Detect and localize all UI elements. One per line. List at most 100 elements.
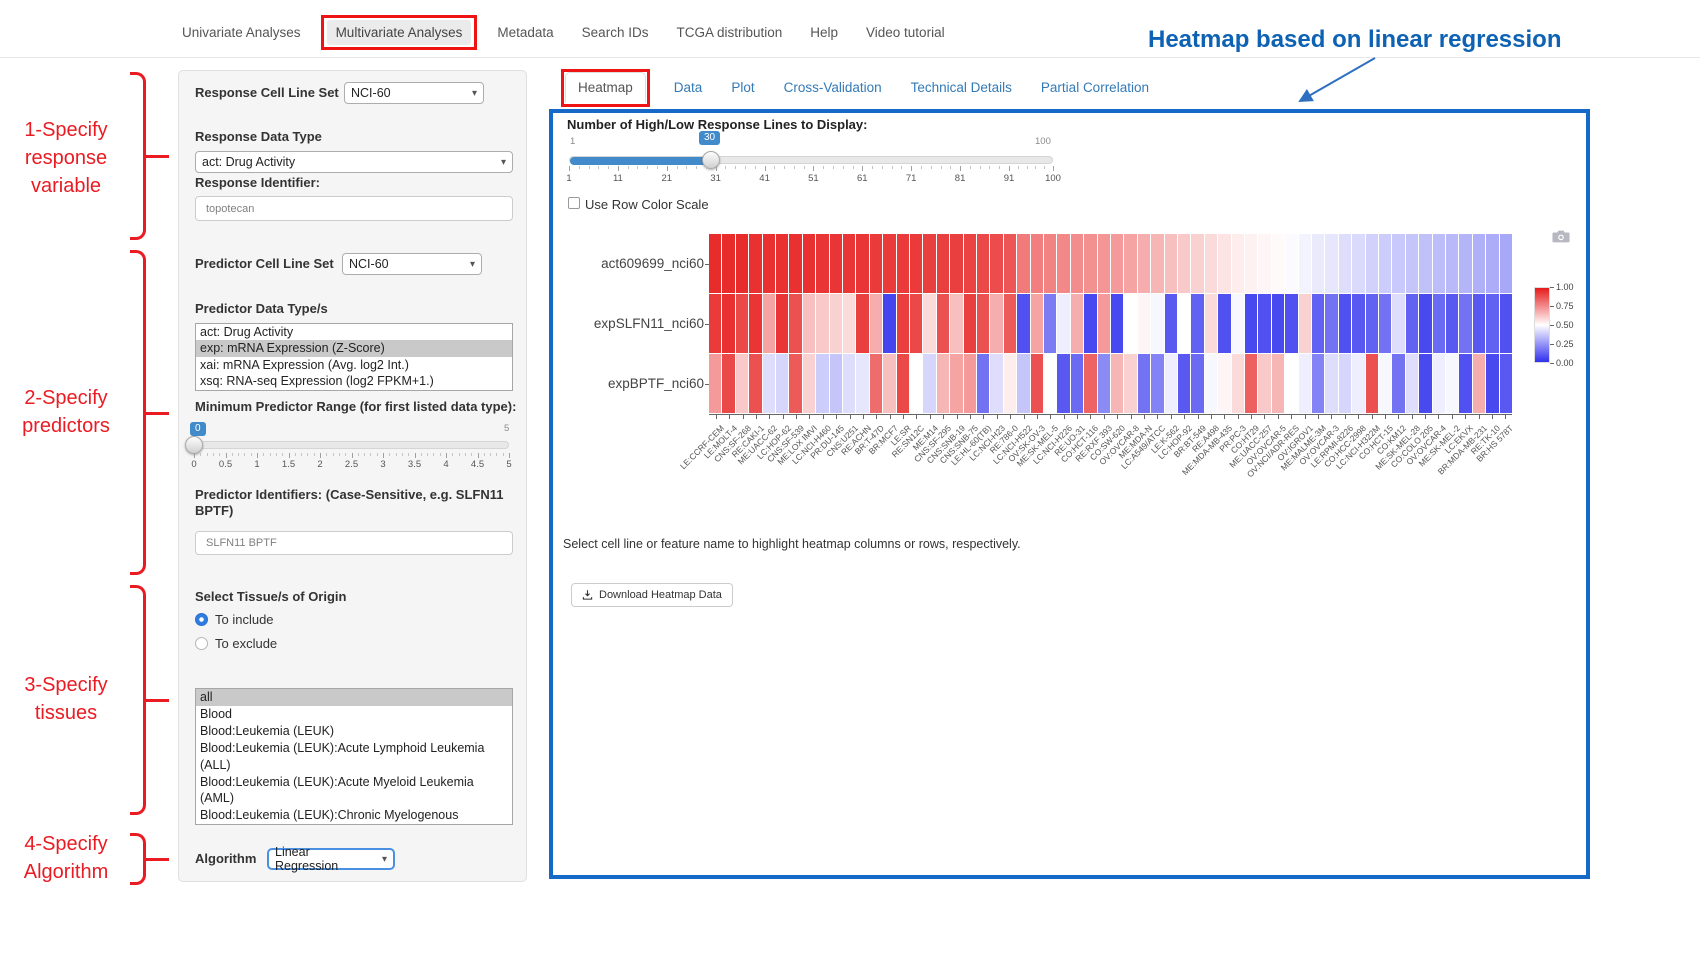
slider-handle[interactable] bbox=[185, 436, 203, 454]
heatmap-cell bbox=[883, 234, 895, 293]
nav-item-video-tutorial[interactable]: Video tutorial bbox=[864, 20, 947, 45]
heatmap-cell bbox=[803, 354, 815, 413]
heatmap-cell bbox=[1325, 234, 1337, 293]
heatmap-grid[interactable] bbox=[709, 234, 1512, 413]
nav-item-tcga-distribution[interactable]: TCGA distribution bbox=[674, 20, 784, 45]
slider-minor-tick bbox=[804, 166, 805, 169]
heatmap-x-tick bbox=[1331, 415, 1332, 419]
heatmap-cell bbox=[1352, 354, 1364, 413]
slider-minor-tick bbox=[794, 166, 795, 169]
predictor-type-option-xai-mrna-expression-avg-log2-int[interactable]: xai: mRNA Expression (Avg. log2 Int.) bbox=[196, 357, 512, 373]
heatmap-x-tick bbox=[729, 415, 730, 419]
heatmap-cell bbox=[1339, 234, 1351, 293]
download-heatmap-button[interactable]: Download Heatmap Data bbox=[571, 583, 733, 607]
predictor-cell-line-set-value: NCI-60 bbox=[349, 257, 389, 271]
slider-tick-label: 71 bbox=[906, 173, 917, 184]
nav-item-multivariate-analyses[interactable]: Multivariate Analyses bbox=[327, 20, 472, 45]
predictor-type-option-exp-mrna-expression-z-score[interactable]: exp: mRNA Expression (Z-Score) bbox=[196, 340, 512, 356]
response-data-type-select[interactable]: act: Drug Activity▾ bbox=[195, 151, 513, 173]
tissue-option-blood-leukemia-leuk-chronic-myelogenous-[interactable]: Blood:Leukemia (LEUK):Chronic Myelogenou… bbox=[196, 807, 512, 825]
heatmap-x-tick bbox=[756, 415, 757, 419]
heatmap-cell bbox=[709, 234, 721, 293]
heatmap-x-tick bbox=[823, 415, 824, 419]
heatmap-cell bbox=[1111, 354, 1123, 413]
slider-tick-label: 31 bbox=[710, 173, 721, 184]
heatmap-cell bbox=[923, 234, 935, 293]
tab-heatmap[interactable]: Heatmap bbox=[565, 72, 646, 103]
tissue-option-all[interactable]: all bbox=[196, 689, 512, 706]
heatmap-x-tick bbox=[916, 415, 917, 419]
annotation-brace-3-point bbox=[146, 699, 169, 702]
tissue-exclude-radio[interactable]: To exclude bbox=[195, 636, 277, 651]
heatmap-x-tick bbox=[1077, 415, 1078, 419]
tab-cross-validation[interactable]: Cross-Validation bbox=[783, 73, 883, 102]
response-identifier-input[interactable] bbox=[195, 196, 513, 221]
tissue-include-label: To include bbox=[215, 612, 274, 627]
heatmap-cell bbox=[709, 294, 721, 353]
tab-data[interactable]: Data bbox=[673, 73, 704, 102]
tissue-option-blood-leukemia-leuk-acute-myeloid-leukem[interactable]: Blood:Leukemia (LEUK):Acute Myeloid Leuk… bbox=[196, 774, 512, 808]
heatmap-cell bbox=[910, 234, 922, 293]
heatmap-cell bbox=[803, 234, 815, 293]
heatmap-x-tick bbox=[769, 415, 770, 419]
slider-minor-tick bbox=[326, 453, 327, 456]
heatmap-cell bbox=[910, 354, 922, 413]
heatmap-row-label-act609699-nci60[interactable]: act609699_nci60 bbox=[564, 256, 704, 271]
predictor-identifiers-input[interactable] bbox=[195, 531, 513, 555]
min-predictor-range-label: Minimum Predictor Range (for first liste… bbox=[195, 399, 516, 414]
tab-plot[interactable]: Plot bbox=[730, 73, 755, 102]
slider-tick-label: 4.5 bbox=[471, 459, 484, 470]
heatmap-cell bbox=[1205, 234, 1217, 293]
nav-item-univariate-analyses[interactable]: Univariate Analyses bbox=[180, 20, 303, 45]
slider-tick bbox=[667, 166, 668, 171]
heatmap-cell bbox=[843, 234, 855, 293]
slider-tick-label: 2 bbox=[317, 459, 322, 470]
row-color-scale-checkbox[interactable] bbox=[568, 197, 580, 209]
response-cell-line-set-select[interactable]: NCI-60▾ bbox=[344, 82, 484, 104]
tab-partial-correlation[interactable]: Partial Correlation bbox=[1040, 73, 1150, 102]
heatmap-x-tick bbox=[1024, 415, 1025, 419]
heatmap-x-tick bbox=[1117, 415, 1118, 419]
heatmap-x-tick bbox=[1358, 415, 1359, 419]
heatmap-cell bbox=[1017, 294, 1029, 353]
colorbar-tick-label: 0.25 bbox=[1556, 339, 1574, 349]
slider-minor-tick bbox=[931, 166, 932, 169]
tab-technical-details[interactable]: Technical Details bbox=[910, 73, 1013, 102]
predictor-type-option-act-drug-activity[interactable]: act: Drug Activity bbox=[196, 324, 512, 340]
slider-track[interactable] bbox=[194, 441, 509, 449]
nav-item-help[interactable]: Help bbox=[808, 20, 840, 45]
heatmap-cell bbox=[1433, 294, 1445, 353]
nav-item-metadata[interactable]: Metadata bbox=[495, 20, 555, 45]
colorbar-tick-label: 0.75 bbox=[1556, 301, 1574, 311]
slider-minor-tick bbox=[200, 453, 201, 456]
slider-minor-tick bbox=[459, 453, 460, 456]
heatmap-cell bbox=[1017, 354, 1029, 413]
heatmap-cell bbox=[1366, 354, 1378, 413]
heatmap-cell bbox=[1406, 354, 1418, 413]
predictor-type-option-xsq-rna-seq-expression-log2-fpkm-1[interactable]: xsq: RNA-seq Expression (log2 FPKM+1.) bbox=[196, 373, 512, 389]
slider-tick-label: 100 bbox=[1045, 173, 1061, 184]
camera-icon[interactable] bbox=[1552, 230, 1570, 248]
heatmap-row-label-expslfn11-nci60[interactable]: expSLFN11_nci60 bbox=[564, 316, 704, 331]
lines-slider-handle[interactable] bbox=[702, 151, 720, 169]
slider-tick-label: 4 bbox=[443, 459, 448, 470]
tissue-include-radio[interactable]: To include bbox=[195, 612, 274, 627]
algorithm-select[interactable]: Linear Regression▾ bbox=[267, 848, 395, 870]
heatmap-row-label-expbptf-nci60[interactable]: expBPTF_nci60 bbox=[564, 376, 704, 391]
heatmap-cell bbox=[1272, 234, 1284, 293]
slider-minor-tick bbox=[421, 453, 422, 456]
colorbar-tick-label: 0.50 bbox=[1556, 320, 1574, 330]
tissue-option-blood-leukemia-leuk[interactable]: Blood:Leukemia (LEUK) bbox=[196, 723, 512, 740]
slider-tick-label: 1 bbox=[566, 173, 571, 184]
heatmap-x-tick bbox=[1412, 415, 1413, 419]
heatmap-cell bbox=[1258, 294, 1270, 353]
slider-tick bbox=[352, 453, 353, 458]
tissue-option-blood[interactable]: Blood bbox=[196, 706, 512, 723]
heatmap-cell bbox=[1098, 354, 1110, 413]
slider-minor-tick bbox=[1035, 166, 1036, 169]
predictor-cell-line-set-select[interactable]: NCI-60▾ bbox=[342, 253, 482, 275]
response-data-type-label: Response Data Type bbox=[195, 129, 322, 144]
nav-item-search-ids[interactable]: Search IDs bbox=[580, 20, 651, 45]
tissue-option-blood-leukemia-leuk-acute-lymphoid-leuke[interactable]: Blood:Leukemia (LEUK):Acute Lymphoid Leu… bbox=[196, 740, 512, 774]
heatmap-cell bbox=[1232, 234, 1244, 293]
